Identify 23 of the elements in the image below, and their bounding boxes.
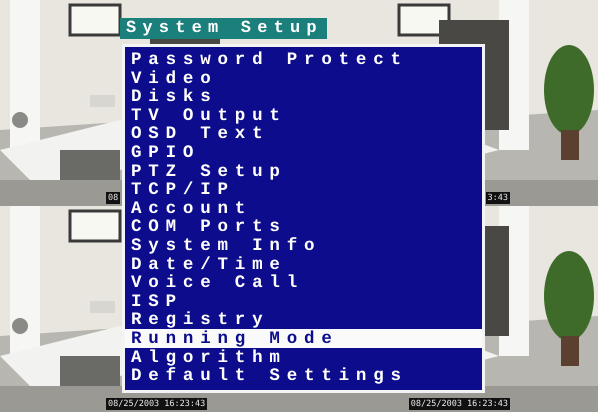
menu-item[interactable]: OSD Text [125,124,482,143]
menu-item[interactable]: Registry [125,310,482,329]
menu-item[interactable]: GPIO [125,142,482,162]
menu-item[interactable]: TV Output [125,106,482,124]
menu-item[interactable]: Algorithm [125,348,482,366]
menu-item[interactable]: PTZ Setup [125,162,482,180]
menu-item[interactable]: COM Ports [125,217,482,236]
menu-item[interactable]: Account [125,198,482,218]
menu-item[interactable]: Password Protect [125,50,482,69]
menu-item[interactable]: Voice Call [125,273,482,292]
timestamp: 08/25/2003 16:23:43 [408,398,510,410]
menu-item[interactable]: Running Mode [125,328,482,348]
timestamp: 08/25/2003 16:23:43 [106,398,208,410]
menu-item[interactable]: ISP [125,292,482,310]
menu-item[interactable]: Default Settings [125,366,482,385]
menu-item[interactable]: Video [125,68,482,88]
timestamp: 3:43 [486,192,510,204]
menu-item[interactable]: Disks [125,87,482,106]
menu-item[interactable]: System Info [125,236,482,255]
menu-item[interactable]: TCP/IP [125,180,482,199]
menu-title: System Setup [120,18,327,39]
menu-item[interactable]: Date/Time [125,254,482,274]
timestamp: 08 [106,192,120,204]
